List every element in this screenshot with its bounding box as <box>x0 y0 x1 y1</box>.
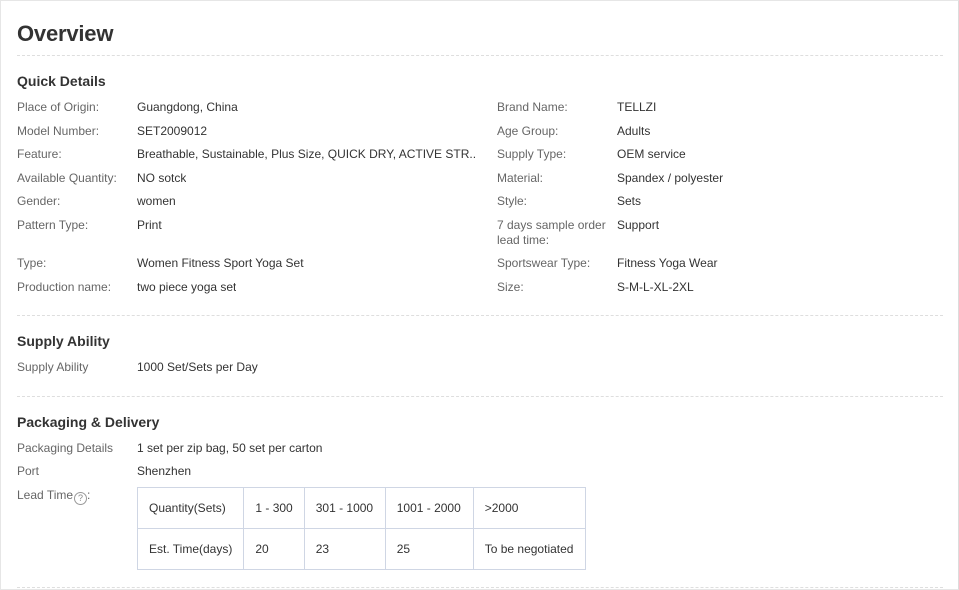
packaging-delivery-title: Packaging & Delivery <box>17 414 160 430</box>
brand-name-value: TELLZI <box>617 100 657 114</box>
table-cell: >2000 <box>472 487 586 529</box>
gender-value: women <box>137 194 176 208</box>
port-label: Port <box>17 464 40 478</box>
available-quantity-label: Available Quantity: <box>17 171 117 185</box>
age-group-value: Adults <box>617 124 651 138</box>
overview-panel: Overview Quick Details Place of Origin: … <box>0 0 959 590</box>
size-label: Size: <box>497 280 524 294</box>
gender-label: Gender: <box>17 194 61 208</box>
table-cell: 1 - 300 <box>243 487 305 529</box>
place-of-origin-label: Place of Origin: <box>17 100 100 114</box>
material-value: Spandex / polyester <box>617 171 724 185</box>
table-cell: 23 <box>303 528 386 570</box>
pattern-type-value: Print <box>137 218 162 232</box>
lead-time-label: Lead Time?: <box>17 488 90 505</box>
table-row: Est. Time(days) 20 23 25 To be negotiate… <box>136 528 586 570</box>
place-of-origin-value: Guangdong, China <box>137 100 238 114</box>
table-cell: Quantity(Sets) <box>136 487 245 529</box>
lead-time-label-colon: : <box>87 488 91 502</box>
production-name-value: two piece yoga set <box>137 280 237 294</box>
table-cell: Est. Time(days) <box>136 528 245 570</box>
production-name-label: Production name: <box>17 280 112 294</box>
lead-time-table: Quantity(Sets) 1 - 300 301 - 1000 1001 -… <box>136 487 586 570</box>
lead-time-label-text: Lead Time <box>17 488 74 502</box>
table-cell: 301 - 1000 <box>303 487 386 529</box>
supply-ability-label: Supply Ability <box>17 360 89 374</box>
available-quantity-value: NO sotck <box>137 171 187 185</box>
type-value: Women Fitness Sport Yoga Set <box>137 256 304 270</box>
divider <box>17 587 943 588</box>
table-cell: To be negotiated <box>472 528 586 570</box>
supply-ability-title: Supply Ability <box>17 333 110 349</box>
supply-type-label: Supply Type: <box>497 147 567 161</box>
style-label: Style: <box>497 194 528 208</box>
supply-ability-value: 1000 Set/Sets per Day <box>137 360 258 374</box>
sample-lead-time-label-line2: lead time: <box>497 233 550 247</box>
page-title: Overview <box>17 21 114 46</box>
supply-type-value: OEM service <box>617 147 686 161</box>
sportswear-type-value: Fitness Yoga Wear <box>617 256 718 270</box>
packaging-details-value: 1 set per zip bag, 50 set per carton <box>137 441 323 455</box>
port-value: Shenzhen <box>137 464 192 478</box>
sample-lead-time-label-line1: 7 days sample order <box>497 218 606 232</box>
style-value: Sets <box>617 194 642 208</box>
divider <box>17 55 943 56</box>
model-number-value: SET2009012 <box>137 124 208 138</box>
help-icon[interactable]: ? <box>74 492 88 505</box>
divider <box>17 315 943 316</box>
brand-name-label: Brand Name: <box>497 100 568 114</box>
table-cell: 25 <box>384 528 474 570</box>
packaging-details-label: Packaging Details <box>17 441 114 455</box>
sample-lead-time-value: Support <box>617 218 660 232</box>
age-group-label: Age Group: <box>497 124 559 138</box>
quick-details-title: Quick Details <box>17 73 106 89</box>
pattern-type-label: Pattern Type: <box>17 218 89 232</box>
type-label: Type: <box>17 256 47 270</box>
sportswear-type-label: Sportswear Type: <box>497 256 591 270</box>
feature-value: Breathable, Sustainable, Plus Size, QUIC… <box>137 147 477 161</box>
feature-label: Feature: <box>17 147 62 161</box>
model-number-label: Model Number: <box>17 124 100 138</box>
table-cell: 20 <box>243 528 305 570</box>
material-label: Material: <box>497 171 544 185</box>
table-row: Quantity(Sets) 1 - 300 301 - 1000 1001 -… <box>136 487 586 529</box>
divider <box>17 396 943 397</box>
table-cell: 1001 - 2000 <box>384 487 474 529</box>
size-value: S-M-L-XL-2XL <box>617 280 694 294</box>
